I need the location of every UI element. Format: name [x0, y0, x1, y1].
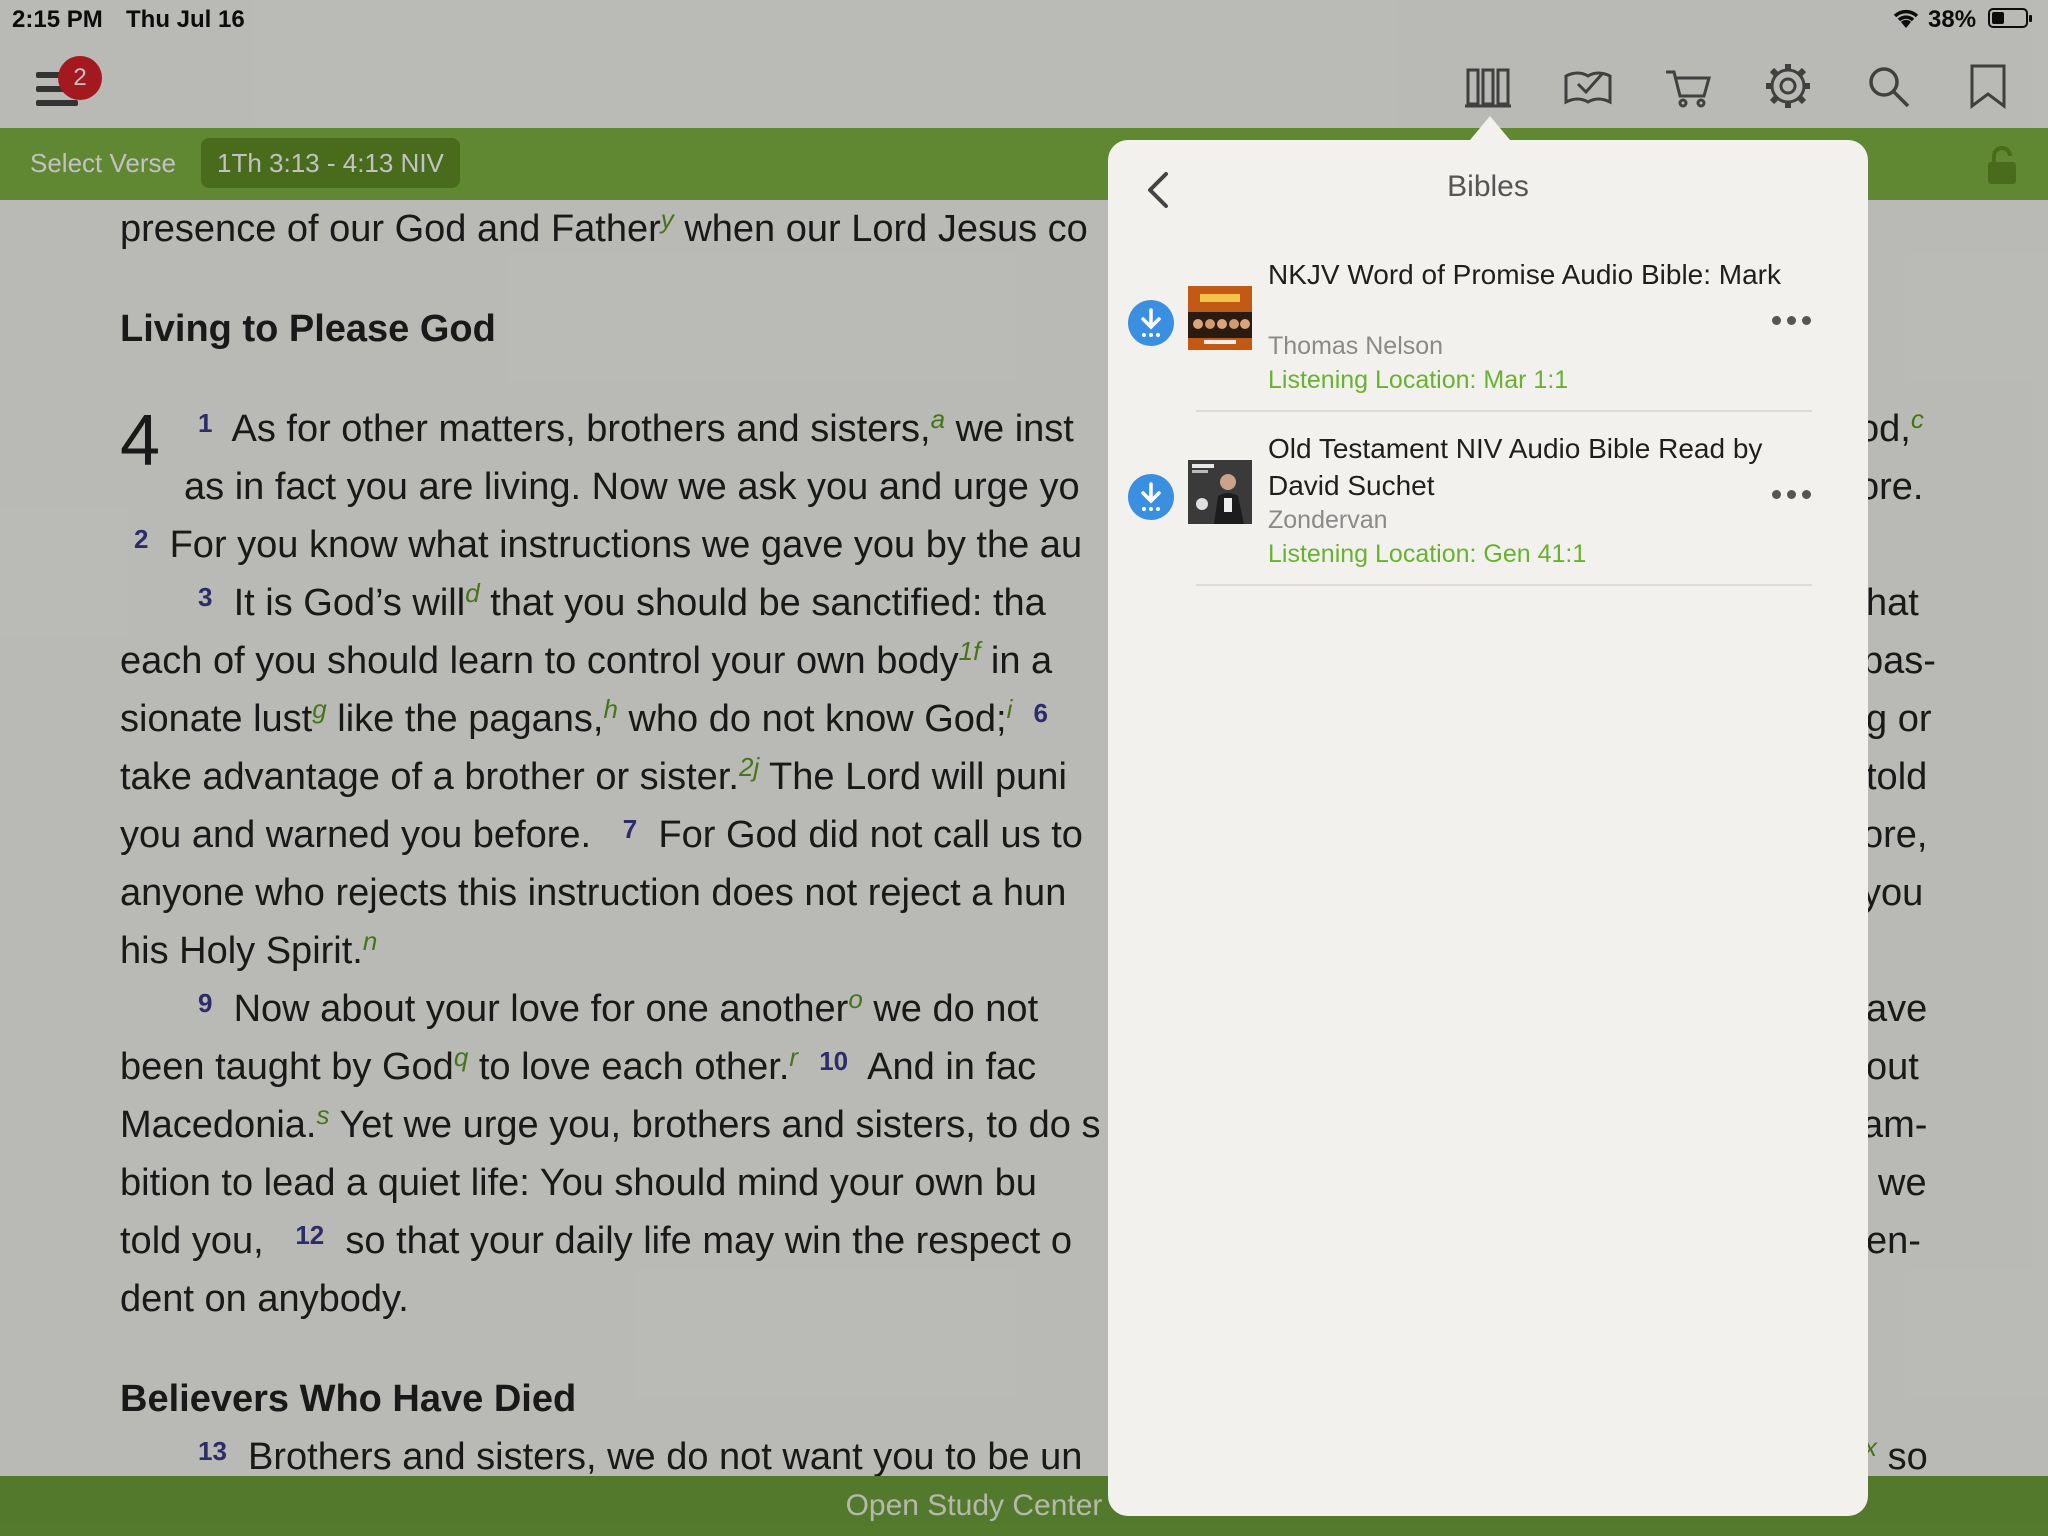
more-options-icon[interactable]	[1772, 484, 1816, 504]
audio-bible-item[interactable]: NKJV Word of Promise Audio Bible: Mark T…	[1108, 240, 1868, 412]
more-options-icon[interactable]	[1772, 310, 1816, 330]
book-cover-image	[1188, 286, 1252, 350]
bibles-popover: Bibles NKJV Word of Promise Audio Bible:…	[1108, 140, 1868, 1516]
item-publisher: Thomas Nelson	[1268, 332, 1444, 360]
download-icon[interactable]	[1128, 474, 1174, 520]
popover-title: Bibles	[1447, 170, 1529, 203]
item-title: NKJV Word of Promise Audio Bible: Mark	[1268, 259, 1782, 290]
item-listening-location[interactable]: Listening Location: Gen 41:1	[1268, 540, 1586, 569]
book-cover-image	[1188, 460, 1252, 524]
item-listening-location[interactable]: Listening Location: Mar 1:1	[1268, 366, 1568, 395]
item-publisher: Zondervan	[1268, 506, 1388, 534]
item-title: Old Testament NIV Audio Bible Read by Da…	[1268, 433, 1763, 501]
popover-arrow	[1470, 116, 1510, 140]
audio-bible-item[interactable]: Old Testament NIV Audio Bible Read by Da…	[1108, 414, 1868, 586]
download-icon[interactable]	[1128, 300, 1174, 346]
